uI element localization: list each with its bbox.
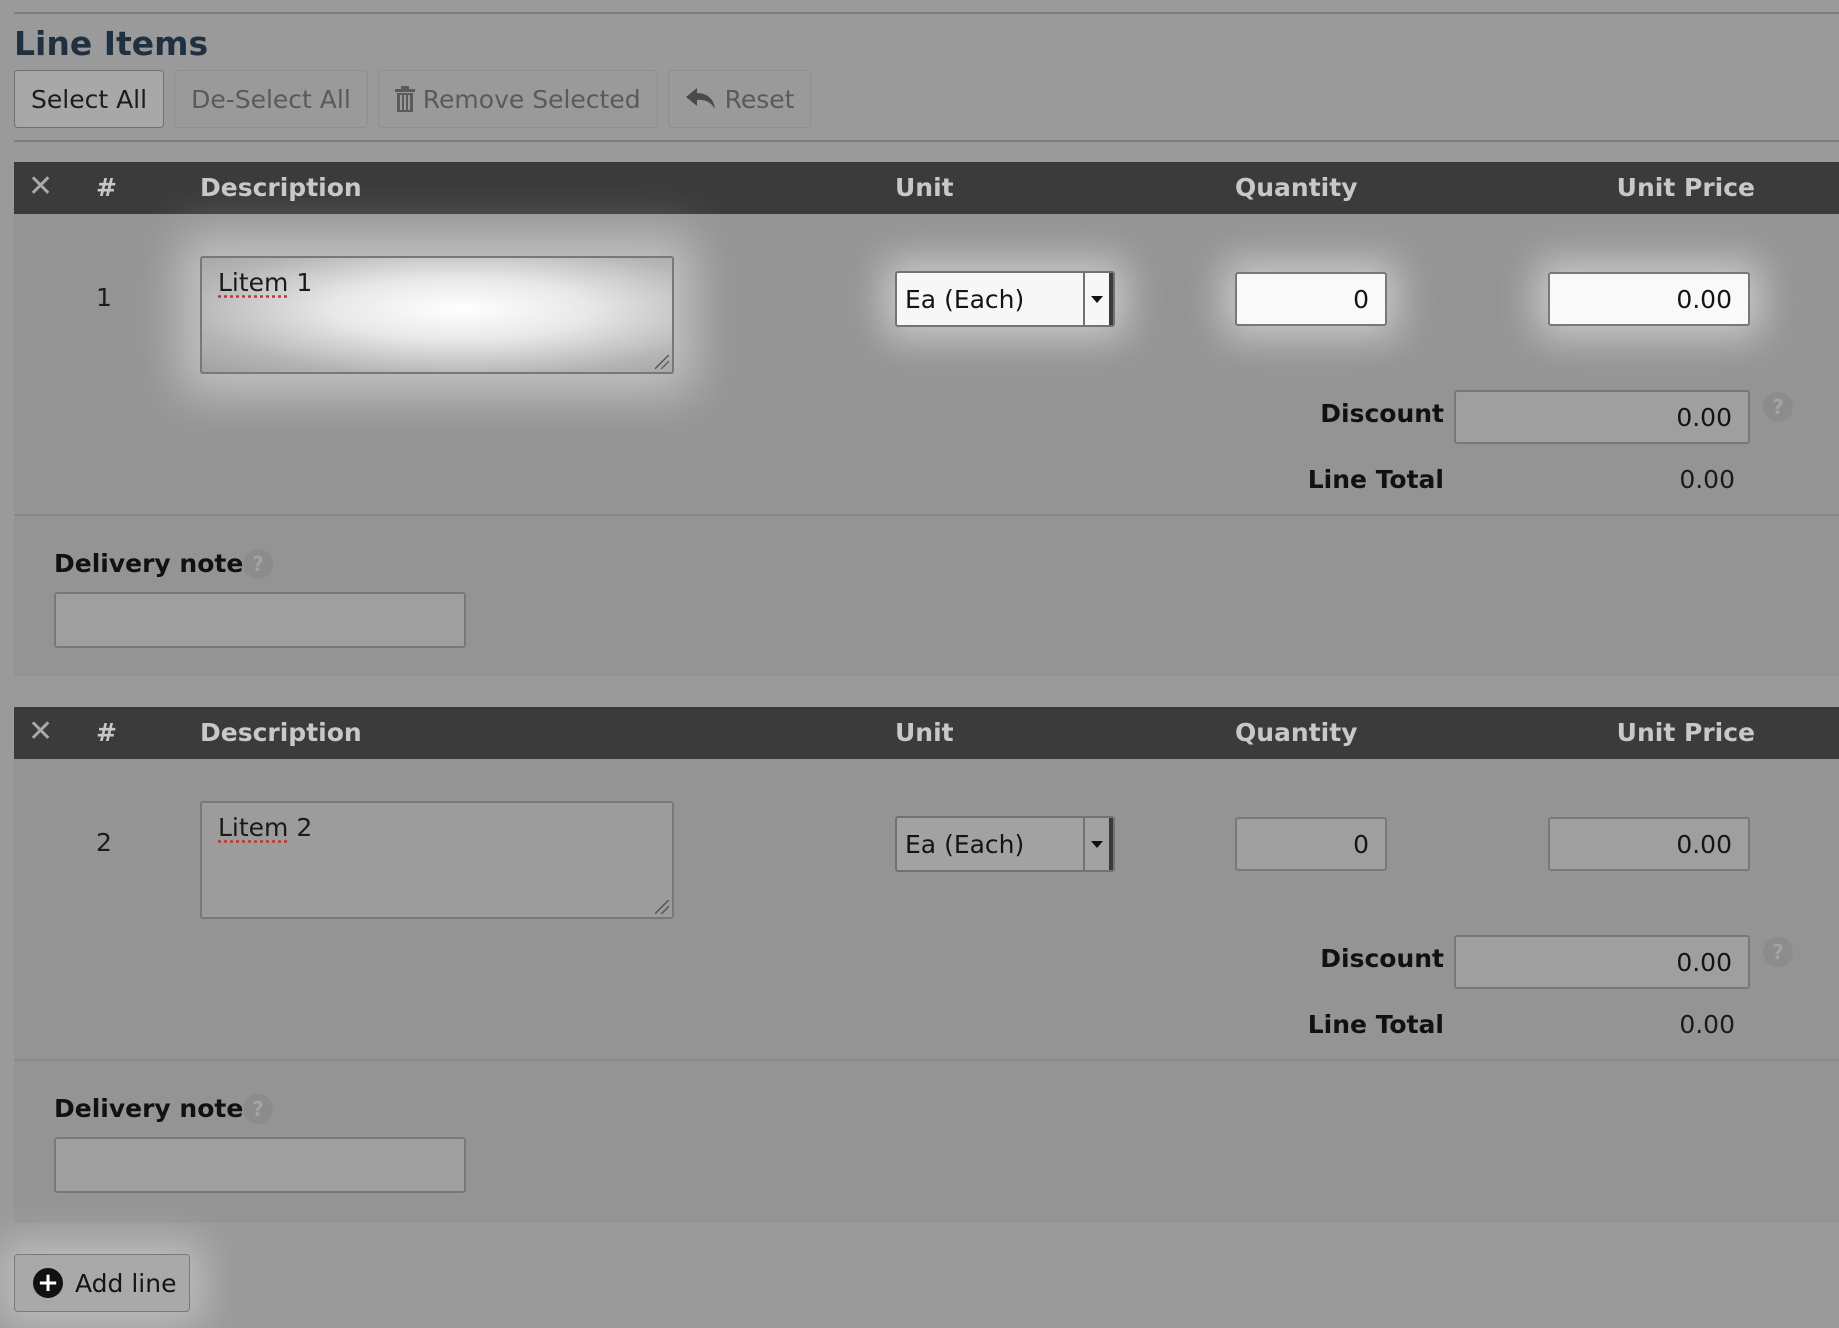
help-icon[interactable]: ? xyxy=(243,549,273,579)
delivery-note-input[interactable] xyxy=(54,592,466,648)
header-unit-price: Unit Price xyxy=(1616,173,1755,202)
header-quantity: Quantity xyxy=(1235,718,1358,747)
header-number: # xyxy=(96,173,117,202)
top-divider xyxy=(14,12,1839,14)
line-items-toolbar: Select All De-Select All Remove Selected… xyxy=(14,70,812,130)
chevron-down-icon xyxy=(1091,840,1103,848)
plus-circle-icon: + xyxy=(33,1268,63,1298)
section-title: Line Items xyxy=(14,24,209,63)
line-total-label: Line Total xyxy=(1307,1010,1444,1039)
delivery-note-label: Delivery note xyxy=(54,549,244,578)
line-item: ✕ # Description Unit Quantity Unit Price… xyxy=(14,707,1839,1223)
select-all-label: Select All xyxy=(31,84,148,114)
help-icon[interactable]: ? xyxy=(1763,937,1793,967)
unit-selected-value: Ea (Each) xyxy=(905,284,1025,314)
line-item-header: ✕ # Description Unit Quantity Unit Price xyxy=(14,162,1839,214)
header-number: # xyxy=(96,718,117,747)
toolbar-divider xyxy=(14,140,1839,142)
discount-label: Discount xyxy=(1320,944,1444,973)
description-field[interactable]: Litem 2 xyxy=(200,801,674,919)
close-icon[interactable]: ✕ xyxy=(28,714,53,749)
chevron-down-icon xyxy=(1091,295,1103,303)
unit-price-input[interactable]: 0.00 xyxy=(1548,817,1750,871)
undo-arrow-icon xyxy=(685,86,717,112)
discount-input[interactable]: 0.00 xyxy=(1454,935,1750,989)
delivery-note-input[interactable] xyxy=(54,1137,466,1193)
close-icon[interactable]: ✕ xyxy=(28,169,53,204)
resize-handle[interactable] xyxy=(655,900,669,914)
header-unit: Unit xyxy=(895,718,954,747)
unit-dropdown-toggle[interactable] xyxy=(1083,818,1113,870)
description-text: 2 xyxy=(288,813,313,842)
discount-input[interactable]: 0.00 xyxy=(1454,390,1750,444)
reset-button[interactable]: Reset xyxy=(667,70,812,128)
unit-selected-value: Ea (Each) xyxy=(905,829,1025,859)
header-description: Description xyxy=(200,173,362,202)
row-divider xyxy=(14,514,1839,516)
line-total-label: Line Total xyxy=(1307,465,1444,494)
row-divider xyxy=(14,1059,1839,1061)
header-unit: Unit xyxy=(895,173,954,202)
header-quantity: Quantity xyxy=(1235,173,1358,202)
description-misspelled-word: Litem xyxy=(218,268,289,297)
deselect-all-label: De-Select All xyxy=(191,84,351,114)
line-item: ✕ # Description Unit Quantity Unit Price… xyxy=(14,162,1839,676)
quantity-input[interactable]: 0 xyxy=(1235,272,1387,326)
line-total-value: 0.00 xyxy=(1679,465,1735,494)
help-icon[interactable]: ? xyxy=(243,1094,273,1124)
trash-icon xyxy=(394,85,415,113)
reset-label: Reset xyxy=(724,84,795,114)
help-icon[interactable]: ? xyxy=(1763,392,1793,422)
unit-select[interactable]: Ea (Each) xyxy=(895,816,1115,872)
line-number: 2 xyxy=(96,828,112,857)
select-all-button[interactable]: Select All xyxy=(14,70,165,128)
resize-handle[interactable] xyxy=(655,355,669,369)
add-line-button[interactable]: + Add line xyxy=(14,1254,190,1312)
unit-select[interactable]: Ea (Each) xyxy=(895,271,1115,327)
line-item-header: ✕ # Description Unit Quantity Unit Price xyxy=(14,707,1839,759)
description-misspelled-word: Litem xyxy=(218,813,289,842)
discount-label: Discount xyxy=(1320,399,1444,428)
description-field[interactable]: Litem 1 xyxy=(200,256,674,374)
quantity-input[interactable]: 0 xyxy=(1235,817,1387,871)
line-number: 1 xyxy=(96,283,112,312)
add-line-label: Add line xyxy=(75,1268,177,1298)
remove-selected-label: Remove Selected xyxy=(422,84,641,114)
delivery-note-label: Delivery note xyxy=(54,1094,244,1123)
deselect-all-button[interactable]: De-Select All xyxy=(174,70,368,128)
header-unit-price: Unit Price xyxy=(1616,718,1755,747)
remove-selected-button[interactable]: Remove Selected xyxy=(377,70,658,128)
unit-price-input[interactable]: 0.00 xyxy=(1548,272,1750,326)
header-description: Description xyxy=(200,718,362,747)
line-total-value: 0.00 xyxy=(1679,1010,1735,1039)
unit-dropdown-toggle[interactable] xyxy=(1083,273,1113,325)
description-text: 1 xyxy=(288,268,313,297)
